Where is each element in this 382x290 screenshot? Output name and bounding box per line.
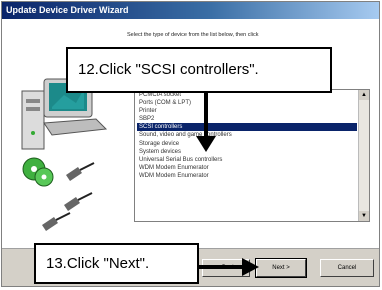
device-type-listbox[interactable]: PCMCIA socket Ports (COM & LPT) Printer … <box>134 89 370 222</box>
scroll-up-arrow-icon[interactable]: ▲ <box>359 90 369 100</box>
instruction-text: Select the type of device from the list … <box>127 32 259 38</box>
list-scrollbar[interactable]: ▲ ▼ <box>358 90 369 221</box>
callout-step-12: 12.Click "SCSI controllers". <box>66 47 332 93</box>
window-title: Update Device Driver Wizard <box>2 2 379 19</box>
list-item[interactable]: WDM Modem Enumerator <box>137 172 357 180</box>
hardware-illustration-icon <box>21 78 108 231</box>
list-item[interactable]: Printer <box>137 107 357 115</box>
list-item[interactable]: Sound, video and game controllers <box>137 131 357 139</box>
scroll-down-arrow-icon[interactable]: ▼ <box>359 211 369 221</box>
list-item[interactable]: System devices <box>137 148 357 156</box>
list-item[interactable]: Ports (COM & LPT) <box>137 99 357 107</box>
device-type-list: PCMCIA socket Ports (COM & LPT) Printer … <box>137 91 357 180</box>
callout-step-13: 13.Click "Next". <box>34 243 199 284</box>
list-item-scsi-controllers[interactable]: SCSI controllers <box>137 123 357 132</box>
list-item[interactable]: SBP2 <box>137 115 357 123</box>
back-button[interactable]: < Back <box>202 259 250 277</box>
list-item[interactable]: WDM Modem Enumerator <box>137 164 357 172</box>
list-item[interactable]: Universal Serial Bus controllers <box>137 156 357 164</box>
list-item[interactable]: Storage device <box>137 140 357 148</box>
cancel-button[interactable]: Cancel <box>320 259 374 277</box>
next-button[interactable]: Next > <box>255 258 307 278</box>
